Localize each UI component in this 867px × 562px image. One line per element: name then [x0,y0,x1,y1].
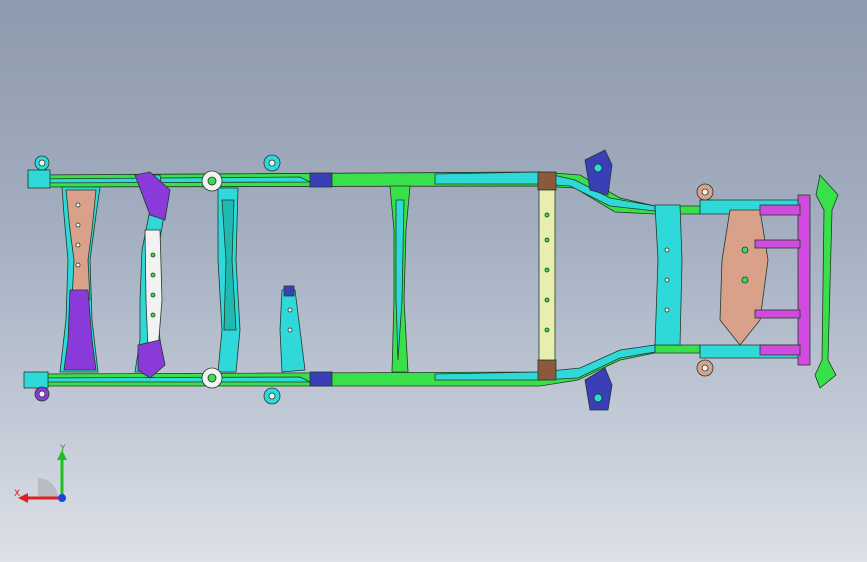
transmission-support[interactable] [279,285,306,373]
chassis-frame-model[interactable] [23,149,839,411]
kickup-crossmember[interactable] [654,204,683,346]
rear-mount-bottom[interactable] [696,359,714,377]
z-axis-dot [58,494,66,502]
front-bracket-top[interactable] [27,155,51,189]
second-crossmember[interactable] [201,170,241,389]
front-crossmember[interactable] [59,186,101,373]
triad-base-arc [38,478,58,498]
center-crossmember[interactable] [389,185,411,373]
y-axis-arrow [57,450,67,498]
front-bracket-bottom[interactable] [23,371,50,402]
cad-viewport[interactable] [0,0,867,562]
body-mount-front-top[interactable] [263,154,281,172]
rear-bumper[interactable] [814,174,839,389]
suspension-crossmember[interactable] [134,171,171,379]
rear-center-crossmember[interactable] [538,189,556,361]
rear-frame-section[interactable] [699,199,801,359]
rear-mount-top[interactable] [696,183,714,201]
x-axis-label: X [14,489,20,499]
axis-triad: Y X [14,444,67,503]
body-mount-front-bottom[interactable] [263,387,281,405]
y-axis-label: Y [59,444,66,454]
